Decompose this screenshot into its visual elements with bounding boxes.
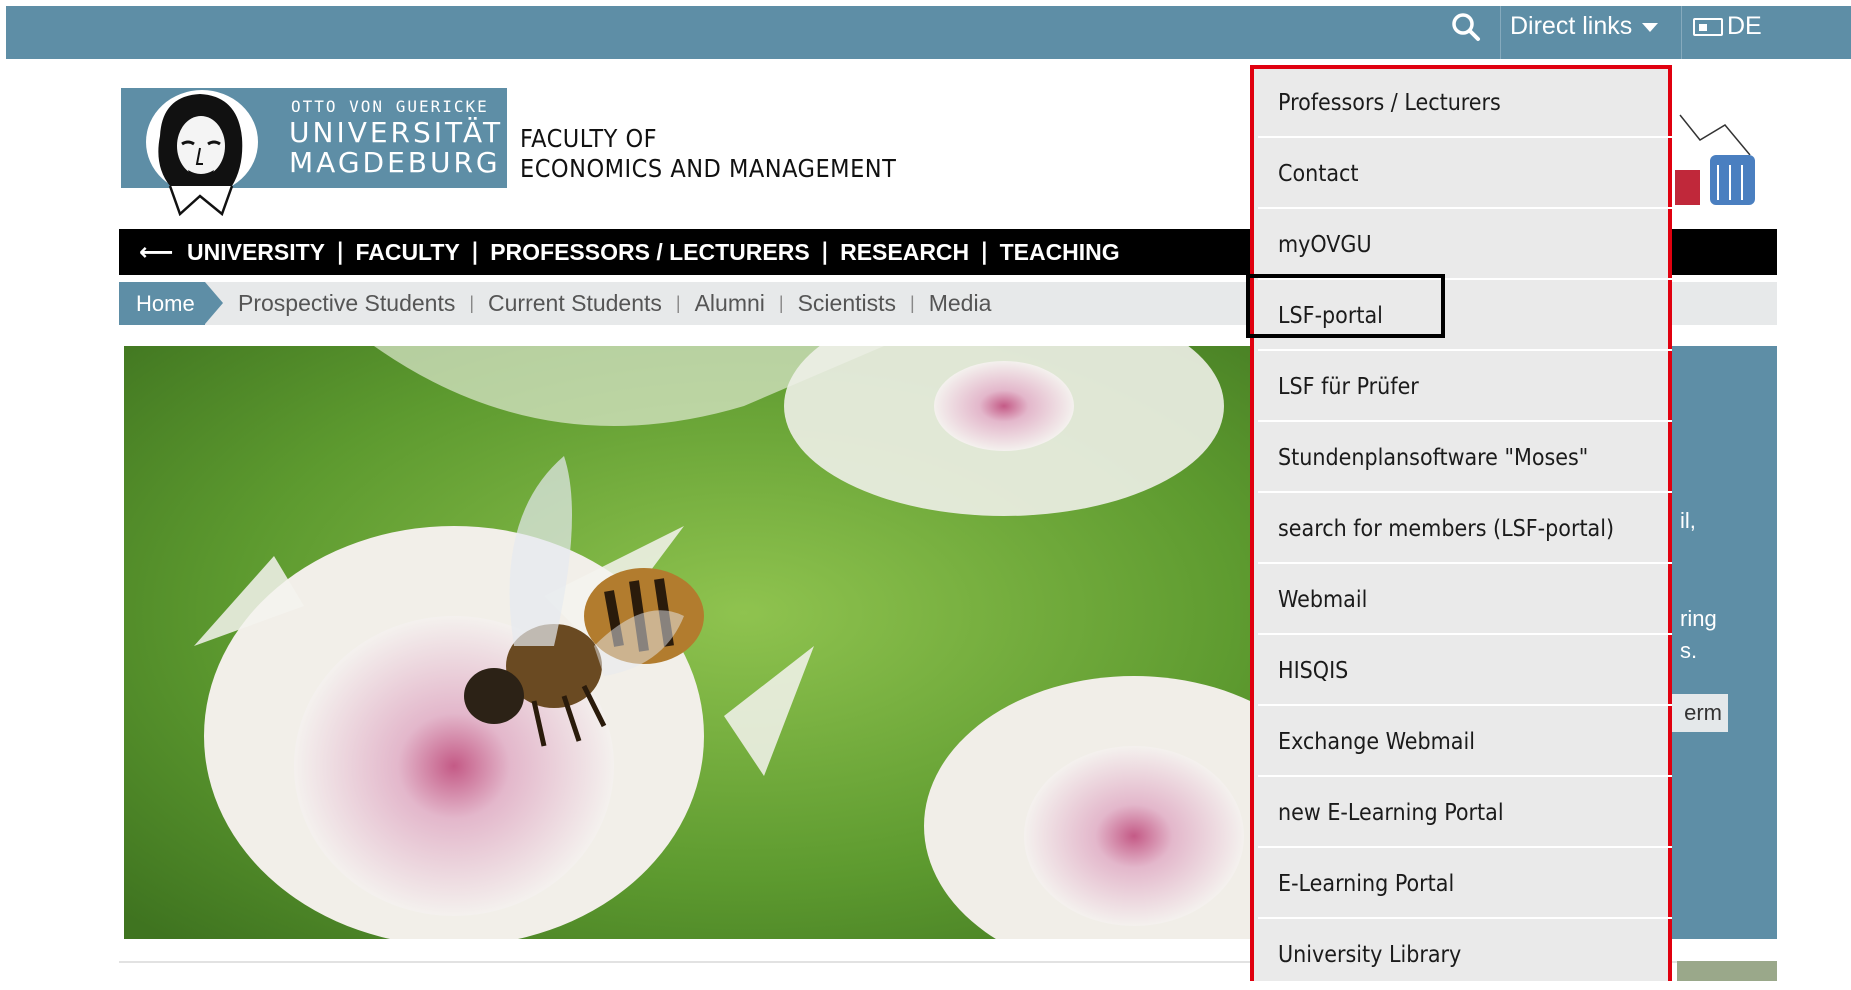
- audience-link-alumni[interactable]: Alumni: [695, 282, 765, 325]
- nav-divider: |: [336, 239, 345, 265]
- faculty-title-line-2: ECONOMICS AND MANAGEMENT: [520, 154, 897, 183]
- menu-item-hisqis[interactable]: HISQIS: [1258, 637, 1672, 706]
- header-illustration: [1675, 114, 1755, 205]
- language-label: DE: [1727, 12, 1762, 40]
- chevron-down-icon: [1642, 22, 1659, 32]
- menu-item-professors-lecturers[interactable]: Professors / Lecturers: [1258, 69, 1672, 138]
- audience-link-current-students[interactable]: Current Students: [488, 282, 662, 325]
- menu-item-exchange-webmail[interactable]: Exchange Webmail: [1258, 708, 1672, 777]
- logo-line-2: UNIVERSITÄT: [289, 116, 504, 149]
- search-icon[interactable]: [1447, 8, 1487, 46]
- nav-divider: |: [980, 239, 989, 265]
- audience-link-scientists[interactable]: Scientists: [798, 282, 896, 325]
- menu-item-stundenplansoftware-moses[interactable]: Stundenplansoftware "Moses": [1258, 424, 1672, 493]
- breadcrumb-home[interactable]: Home: [119, 282, 205, 325]
- top-bar-divider: [1681, 6, 1682, 59]
- audience-link-media[interactable]: Media: [929, 282, 992, 325]
- audience-link-prospective-students[interactable]: Prospective Students: [238, 282, 455, 325]
- menu-item-myovgu[interactable]: myOVGU: [1258, 211, 1672, 280]
- nav-item-teaching[interactable]: TEACHING: [1000, 229, 1120, 275]
- menu-item-new-e-learning-portal[interactable]: new E-Learning Portal: [1258, 779, 1672, 848]
- breadcrumb-arrow: [205, 282, 223, 324]
- side-panel-text: s.: [1680, 638, 1698, 663]
- menu-item-webmail[interactable]: Webmail: [1258, 566, 1672, 635]
- nav-divider: |: [470, 239, 480, 265]
- direct-links-label: Direct links: [1510, 12, 1633, 40]
- guericke-portrait-logo: [146, 90, 258, 216]
- nav-divider: |: [820, 239, 830, 265]
- nav-item-research[interactable]: RESEARCH: [840, 229, 969, 275]
- menu-item-search-for-members[interactable]: search for members (LSF-portal): [1258, 495, 1672, 564]
- nav-item-professors-lecturers[interactable]: PROFESSORS / LECTURERS: [490, 229, 809, 275]
- logo-line-3: MAGDEBURG: [289, 146, 501, 179]
- side-panel-text: ring: [1680, 606, 1717, 631]
- faculty-title-line-1: FACULTY OF: [520, 124, 658, 153]
- menu-item-lsf-fuer-pruefer[interactable]: LSF für Prüfer: [1258, 353, 1672, 422]
- direct-links-dropdown: Professors / Lecturers Contact myOVGU LS…: [1250, 65, 1672, 990]
- direct-links-button[interactable]: Direct links: [1510, 0, 1659, 53]
- hero-image-bee-flower: [124, 346, 1251, 939]
- menu-item-lsf-portal[interactable]: LSF-portal: [1258, 282, 1672, 351]
- side-image-thumbnail: [1677, 961, 1777, 981]
- language-switch-button[interactable]: DE: [1693, 0, 1762, 53]
- breadcrumb: Prospective Students | Current Students …: [238, 282, 991, 325]
- menu-item-contact[interactable]: Contact: [1258, 140, 1672, 209]
- menu-item-e-learning-portal[interactable]: E-Learning Portal: [1258, 850, 1672, 919]
- language-card-icon: [1693, 18, 1723, 36]
- top-bar-divider: [1500, 6, 1501, 59]
- logo-line-1: OTTO VON GUERICKE: [291, 97, 489, 116]
- nav-item-university[interactable]: UNIVERSITY: [187, 229, 325, 275]
- side-panel-text: il,: [1680, 508, 1696, 533]
- menu-item-university-library[interactable]: University Library: [1258, 921, 1672, 990]
- side-panel-button[interactable]: erm: [1670, 694, 1728, 732]
- nav-item-faculty[interactable]: FACULTY: [355, 229, 459, 275]
- arrow-left-icon[interactable]: ⟵: [139, 238, 173, 266]
